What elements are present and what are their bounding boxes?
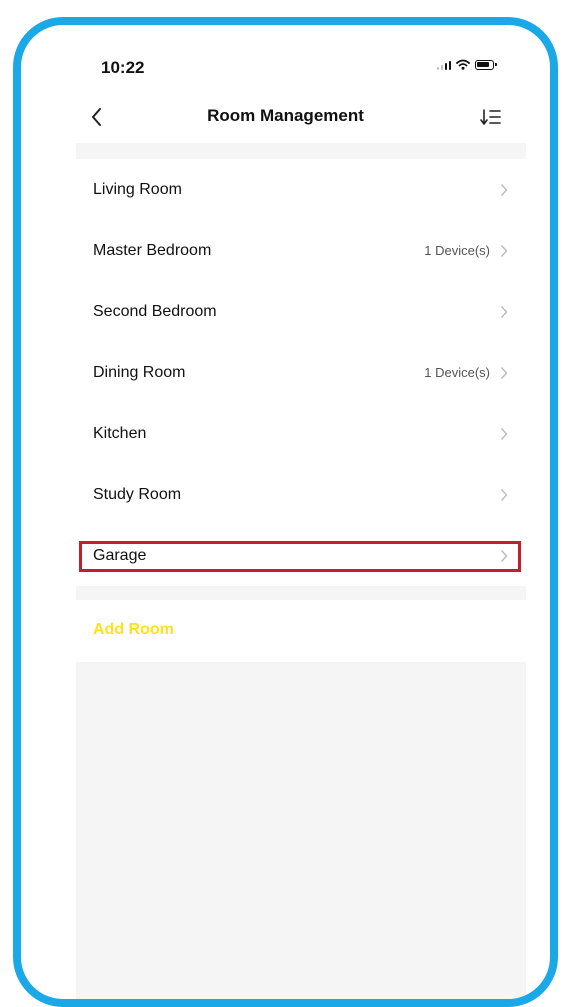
room-row-study-room[interactable]: Study Room — [76, 464, 526, 525]
phone-frame: 10:22 Room Management Living Room Master… — [13, 17, 558, 1007]
room-name: Living Room — [93, 180, 182, 198]
chevron-right-icon — [500, 244, 508, 257]
room-name: Master Bedroom — [93, 241, 212, 259]
status-time: 10:22 — [101, 58, 145, 77]
status-bar: 10:22 — [21, 25, 550, 85]
chevron-right-icon — [500, 549, 508, 562]
add-room-label: Add Room — [93, 621, 174, 638]
add-room-button[interactable]: Add Room — [76, 600, 526, 662]
room-device-count: 1 Device(s) — [424, 365, 490, 380]
wifi-icon — [456, 59, 470, 70]
chevron-right-icon — [500, 183, 508, 196]
room-row-living-room[interactable]: Living Room — [76, 159, 526, 220]
content-area: Living Room Master Bedroom 1 Device(s) S… — [76, 143, 526, 999]
room-row-master-bedroom[interactable]: Master Bedroom 1 Device(s) — [76, 220, 526, 281]
chevron-right-icon — [500, 305, 508, 318]
sort-icon — [480, 109, 501, 125]
room-row-kitchen[interactable]: Kitchen — [76, 403, 526, 464]
chevron-right-icon — [500, 366, 508, 379]
page-title: Room Management — [207, 106, 364, 125]
room-name: Study Room — [93, 485, 182, 503]
room-name: Second Bedroom — [93, 302, 217, 320]
cellular-signal-icon — [436, 60, 451, 70]
status-icons — [436, 59, 497, 70]
room-row-dining-room[interactable]: Dining Room 1 Device(s) — [76, 342, 526, 403]
room-list: Living Room Master Bedroom 1 Device(s) S… — [76, 159, 526, 586]
room-name: Kitchen — [93, 424, 147, 442]
sort-button[interactable] — [478, 103, 506, 131]
room-row-second-bedroom[interactable]: Second Bedroom — [76, 281, 526, 342]
room-device-count: 1 Device(s) — [424, 243, 490, 258]
room-name: Garage — [93, 546, 147, 564]
nav-bar: Room Management — [21, 95, 550, 139]
battery-icon — [475, 59, 497, 70]
chevron-right-icon — [500, 488, 508, 501]
chevron-right-icon — [500, 427, 508, 440]
room-row-garage[interactable]: Garage — [76, 525, 526, 586]
room-name: Dining Room — [93, 363, 186, 381]
